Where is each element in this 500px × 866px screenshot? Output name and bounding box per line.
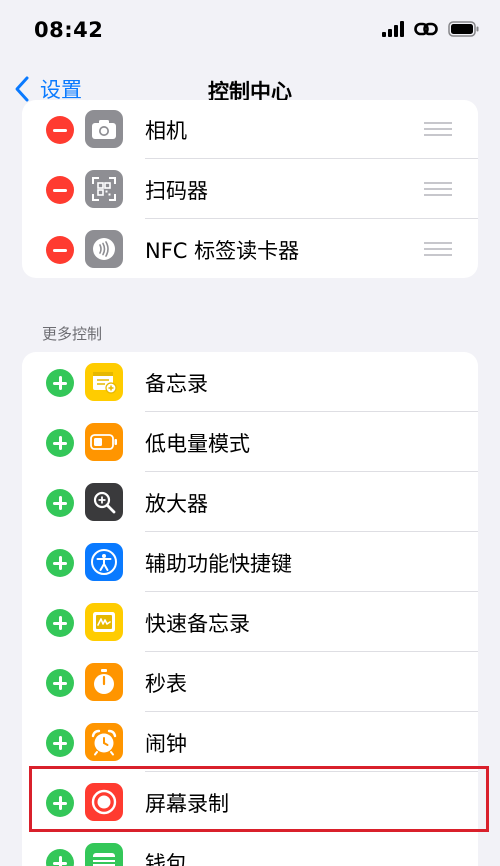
reorder-handle[interactable]: [424, 242, 452, 256]
add-button[interactable]: [46, 429, 74, 457]
camera-icon: [85, 110, 123, 148]
item-label: 相机: [145, 119, 187, 143]
status-time: 08:42: [34, 18, 104, 42]
list-item-nfc-reader: NFC 标签读卡器: [22, 219, 478, 278]
quick-note-icon: [85, 603, 123, 641]
nfc-icon: [85, 230, 123, 268]
hotspot-link-icon: [414, 22, 438, 36]
list-item-quick-note: 快速备忘录: [22, 592, 478, 652]
battery-status-icon: [448, 21, 479, 37]
list-item-alarm: 闹钟: [22, 712, 478, 772]
qr-code-icon: [85, 170, 123, 208]
screen-record-icon: [85, 783, 123, 821]
add-button[interactable]: [46, 549, 74, 577]
notes-icon: [85, 363, 123, 401]
list-item-screen-recording: 屏幕录制: [22, 772, 478, 832]
item-label: 闹钟: [145, 732, 187, 756]
status-bar: 08:42: [0, 0, 500, 60]
remove-button[interactable]: [46, 116, 74, 144]
add-button[interactable]: [46, 729, 74, 757]
add-button[interactable]: [46, 669, 74, 697]
list-item-magnifier: 放大器: [22, 472, 478, 532]
item-label: 秒表: [145, 672, 187, 696]
reorder-handle[interactable]: [424, 182, 452, 196]
reorder-handle[interactable]: [424, 122, 452, 136]
item-label: 辅助功能快捷键: [145, 552, 292, 576]
item-label: 屏幕录制: [145, 792, 229, 816]
list-item-low-power-mode: 低电量模式: [22, 412, 478, 472]
status-icons: [382, 20, 480, 38]
list-item-code-scanner: 扫码器: [22, 159, 478, 219]
item-label: 备忘录: [145, 372, 208, 396]
more-controls-group: 备忘录 低电量模式 放大器 辅助功能快捷键 快速备忘录 秒表 闹钟 屏幕录制 钱…: [22, 352, 478, 866]
add-button[interactable]: [46, 849, 74, 866]
section-header-more-controls: 更多控制: [42, 325, 103, 343]
add-button[interactable]: [46, 489, 74, 517]
item-label: 快速备忘录: [145, 612, 250, 636]
battery-icon: [85, 423, 123, 461]
item-label: 放大器: [145, 492, 208, 516]
list-item-camera: 相机: [22, 100, 478, 159]
list-item-stopwatch: 秒表: [22, 652, 478, 712]
item-label: NFC 标签读卡器: [145, 239, 300, 263]
cellular-signal-icon: [382, 21, 404, 37]
magnifier-icon: [85, 483, 123, 521]
alarm-icon: [85, 723, 123, 761]
wallet-icon: [85, 843, 123, 866]
remove-button[interactable]: [46, 176, 74, 204]
item-label: 钱包: [145, 852, 187, 866]
list-item-wallet: 钱包: [22, 832, 478, 866]
list-item-accessibility-shortcut: 辅助功能快捷键: [22, 532, 478, 592]
item-label: 低电量模式: [145, 432, 250, 456]
item-label: 扫码器: [145, 179, 208, 203]
included-controls-group: 相机 扫码器 NFC 标签读卡器: [22, 100, 478, 278]
accessibility-icon: [85, 543, 123, 581]
add-button[interactable]: [46, 369, 74, 397]
stopwatch-icon: [85, 663, 123, 701]
add-button[interactable]: [46, 789, 74, 817]
list-item-notes: 备忘录: [22, 352, 478, 412]
add-button[interactable]: [46, 609, 74, 637]
remove-button[interactable]: [46, 236, 74, 264]
